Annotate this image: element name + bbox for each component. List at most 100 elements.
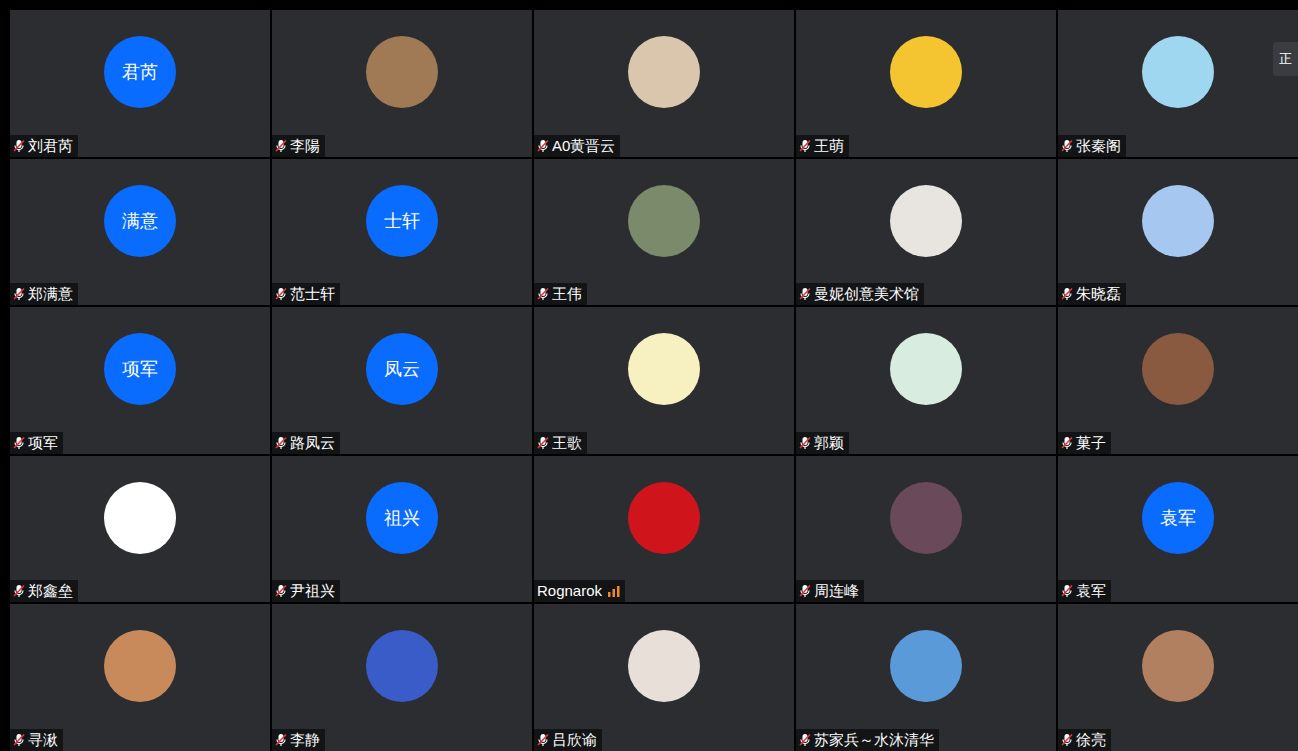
participant-tile[interactable]: 李陽 [272,10,532,157]
participant-tile[interactable]: 凤云路凤云 [272,307,532,454]
participant-name: 吕欣谕 [552,731,597,749]
name-tag: 李陽 [272,135,325,157]
participant-tile[interactable]: 徐亮 [1058,604,1298,751]
participant-tile[interactable]: 菓子 [1058,307,1298,454]
participant-tile[interactable]: 祖兴尹祖兴 [272,456,532,603]
participant-tile[interactable]: 士轩范士轩 [272,159,532,306]
name-tag: 路凤云 [272,432,340,454]
name-tag: 朱晓磊 [1058,283,1126,305]
participant-name: 徐亮 [1076,731,1106,749]
participant-name: 王萌 [814,137,844,155]
participant-name: 王伟 [552,285,582,303]
participant-name: 曼妮创意美术馆 [814,285,919,303]
participant-name: 袁军 [1076,582,1106,600]
participant-name: 路凤云 [290,434,335,452]
status-toast: 正 [1273,42,1298,76]
muted-mic-icon [537,287,549,301]
participant-name: 寻湫 [28,731,58,749]
signal-icon [608,586,620,597]
name-tag: 郑满意 [10,283,78,305]
participant-name: 张秦阁 [1076,137,1121,155]
name-tag: 曼妮创意美术馆 [796,283,924,305]
muted-mic-icon [799,733,811,747]
name-tag: 苏家兵～水沐清华 [796,729,939,751]
photo-avatar [890,630,962,702]
name-tag: 徐亮 [1058,729,1111,751]
muted-mic-icon [799,287,811,301]
participant-tile[interactable]: 郭颖 [796,307,1056,454]
name-tag: 王萌 [796,135,849,157]
participant-tile[interactable]: 君芮刘君芮 [10,10,270,157]
participant-tile[interactable]: 郑鑫垒 [10,456,270,603]
photo-avatar [104,482,176,554]
name-tag: 刘君芮 [10,135,78,157]
participant-tile[interactable]: 王伟 [534,159,794,306]
participant-name: 郑满意 [28,285,73,303]
muted-mic-icon [799,584,811,598]
participant-tile[interactable]: 苏家兵～水沐清华 [796,604,1056,751]
participant-name: 李陽 [290,137,320,155]
photo-avatar [628,482,700,554]
muted-mic-icon [799,436,811,450]
initials-avatar: 项军 [104,333,176,405]
muted-mic-icon [275,287,287,301]
participant-tile[interactable]: 袁军袁军 [1058,456,1298,603]
photo-avatar [104,630,176,702]
photo-avatar [366,630,438,702]
photo-avatar [1142,333,1214,405]
participant-tile[interactable]: 寻湫 [10,604,270,751]
participant-tile[interactable]: 周连峰 [796,456,1056,603]
muted-mic-icon [275,733,287,747]
participant-name: 周连峰 [814,582,859,600]
photo-avatar [1142,185,1214,257]
muted-mic-icon [1061,287,1073,301]
name-tag: 寻湫 [10,729,63,751]
muted-mic-icon [13,287,25,301]
name-tag: 项军 [10,432,63,454]
name-tag: 吕欣谕 [534,729,602,751]
name-tag: 周连峰 [796,580,864,602]
photo-avatar [1142,630,1214,702]
initials-avatar: 士轩 [366,185,438,257]
photo-avatar [1142,36,1214,108]
participant-tile[interactable]: 李静 [272,604,532,751]
name-tag: 尹祖兴 [272,580,340,602]
participant-name: 郭颖 [814,434,844,452]
name-tag: 王伟 [534,283,587,305]
initials-avatar: 袁军 [1142,482,1214,554]
participant-tile[interactable]: A0黄晋云 [534,10,794,157]
name-tag: 王歌 [534,432,587,454]
participant-tile[interactable]: Rognarok [534,456,794,603]
participant-name: 李静 [290,731,320,749]
name-tag: 郑鑫垒 [10,580,78,602]
participant-tile[interactable]: 张秦阁 [1058,10,1298,157]
photo-avatar [366,36,438,108]
name-tag: 范士轩 [272,283,340,305]
participant-tile[interactable]: 满意郑满意 [10,159,270,306]
muted-mic-icon [537,733,549,747]
photo-avatar [628,333,700,405]
participant-tile[interactable]: 吕欣谕 [534,604,794,751]
initials-avatar: 祖兴 [366,482,438,554]
participant-tile[interactable]: 王萌 [796,10,1056,157]
participant-name: 尹祖兴 [290,582,335,600]
participant-tile[interactable]: 项军项军 [10,307,270,454]
initials-avatar: 满意 [104,185,176,257]
muted-mic-icon [537,436,549,450]
name-tag: 菓子 [1058,432,1111,454]
muted-mic-icon [13,584,25,598]
photo-avatar [628,630,700,702]
name-tag: 李静 [272,729,325,751]
muted-mic-icon [1061,139,1073,153]
photo-avatar [628,36,700,108]
participant-name: A0黄晋云 [552,137,615,155]
photo-avatar [890,482,962,554]
participant-name: 范士轩 [290,285,335,303]
muted-mic-icon [13,733,25,747]
muted-mic-icon [1061,584,1073,598]
participant-tile[interactable]: 朱晓磊 [1058,159,1298,306]
participant-tile[interactable]: 王歌 [534,307,794,454]
participant-tile[interactable]: 曼妮创意美术馆 [796,159,1056,306]
muted-mic-icon [275,584,287,598]
muted-mic-icon [13,139,25,153]
